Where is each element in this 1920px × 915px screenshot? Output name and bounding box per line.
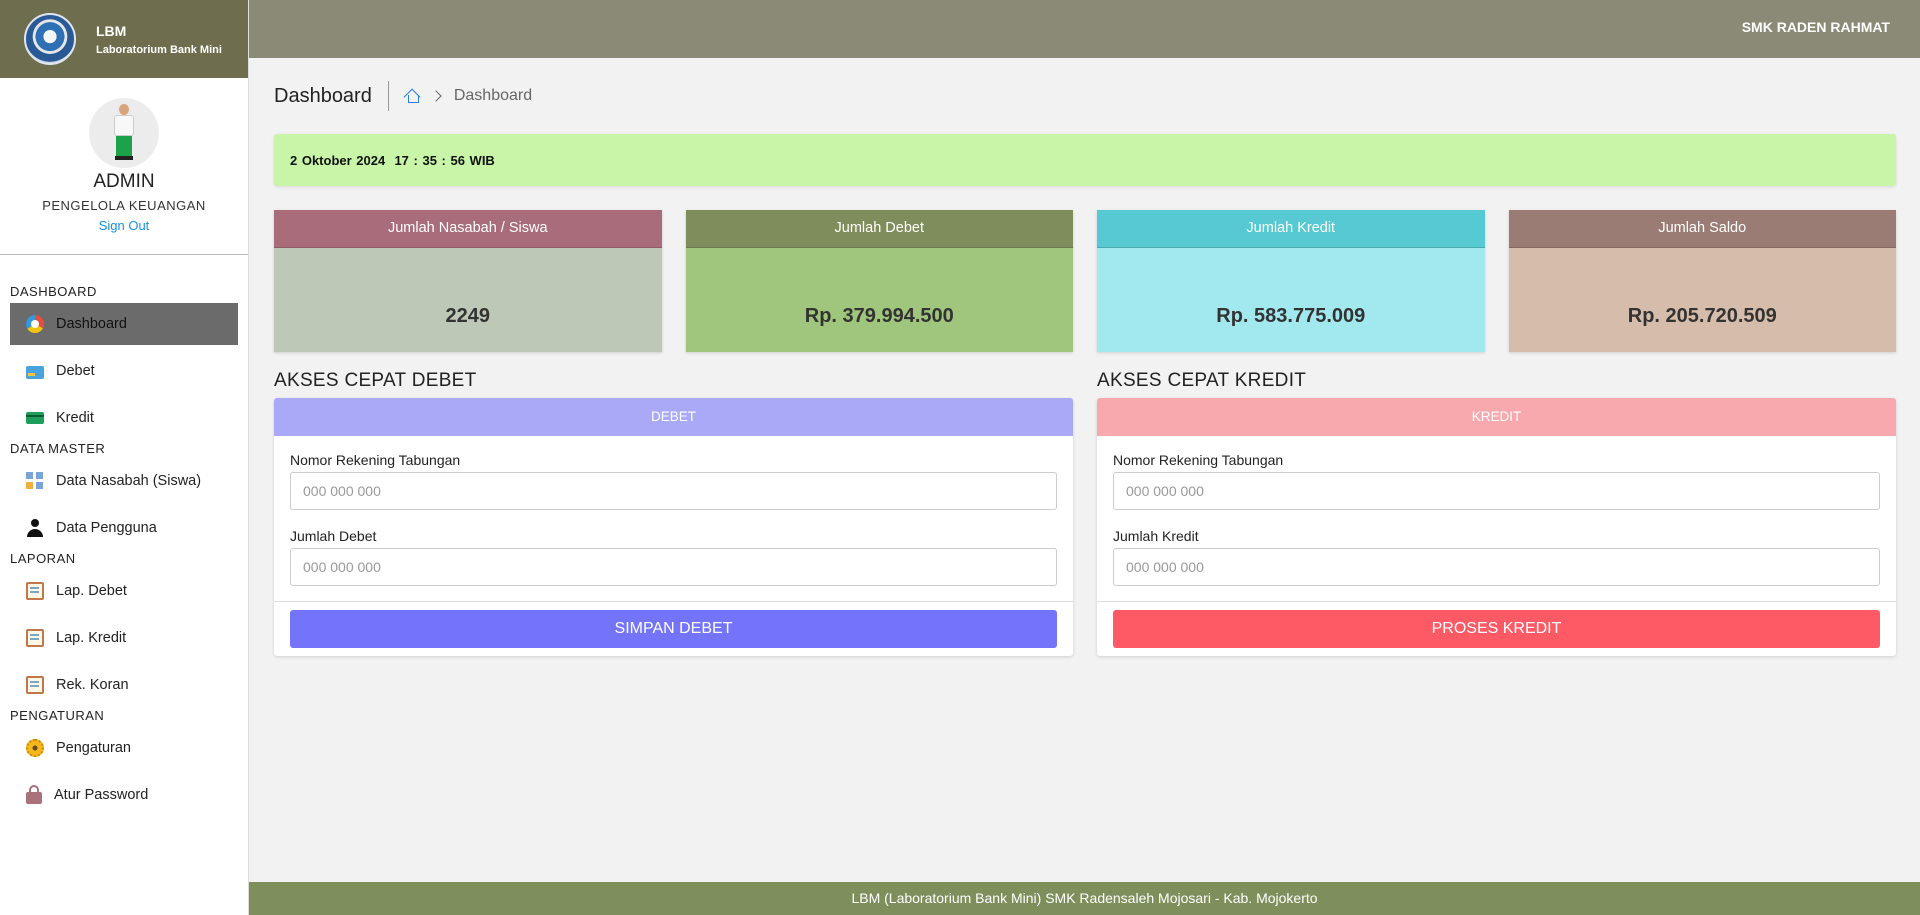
stat-card-saldo: Jumlah Saldo Rp. 205.720.509 bbox=[1508, 210, 1896, 352]
school-logo bbox=[24, 13, 76, 65]
debet-card-header: DEBET bbox=[274, 398, 1073, 436]
sidebar-item-label: Data Nasabah (Siswa) bbox=[56, 473, 202, 489]
nav-section-pengaturan: PENGATURAN bbox=[10, 708, 105, 723]
kredit-section-title: AKSES CEPAT KREDIT bbox=[1097, 370, 1307, 391]
stat-label: Jumlah Kredit bbox=[1097, 210, 1485, 248]
breadcrumb-current: Dashboard bbox=[453, 87, 533, 104]
data-grid-icon bbox=[26, 472, 44, 490]
debet-card-footer: SIMPAN DEBET bbox=[274, 602, 1073, 656]
save-debet-button[interactable]: SIMPAN DEBET bbox=[290, 610, 1057, 648]
field-label: Nomor Rekening Tabungan bbox=[290, 452, 461, 468]
current-time: 17 : 35 : 56 WIB bbox=[394, 152, 495, 168]
page-header: Dashboard Dashboard bbox=[274, 58, 1896, 134]
field-label: Nomor Rekening Tabungan bbox=[1113, 452, 1284, 468]
stat-value: Rp. 583.775.009 bbox=[1097, 248, 1485, 352]
debet-amount-field: Jumlah Debet bbox=[290, 528, 1057, 586]
current-date: 2 Oktober 2024 bbox=[290, 152, 386, 168]
stat-label: Jumlah Debet bbox=[685, 210, 1073, 248]
sidebar-item-label: Dashboard bbox=[56, 316, 127, 332]
sidebar-item-label: Lap. Debet bbox=[56, 583, 127, 599]
brand-title: LBM bbox=[96, 22, 127, 39]
sidebar-item-label: Lap. Kredit bbox=[56, 630, 127, 646]
kredit-card-header: KREDIT bbox=[1097, 398, 1896, 436]
sign-out-link[interactable]: Sign Out bbox=[99, 218, 150, 233]
nav-section-dashboard: DASHBOARD bbox=[10, 284, 97, 299]
debet-card: DEBET Nomor Rekening Tabungan Jumlah Deb… bbox=[274, 398, 1073, 656]
sidebar-item-lap-kredit[interactable]: Lap. Kredit bbox=[10, 617, 238, 659]
lock-icon bbox=[26, 785, 42, 804]
user-profile: ADMIN PENGELOLA KEUANGAN Sign Out bbox=[0, 78, 248, 255]
stat-card-kredit: Jumlah Kredit Rp. 583.775.009 bbox=[1097, 210, 1485, 352]
footer: LBM (Laboratorium Bank Mini) SMK Radensa… bbox=[249, 882, 1920, 915]
report-icon bbox=[26, 676, 44, 694]
sidebar-item-label: Kredit bbox=[56, 410, 94, 426]
sidebar-item-debet[interactable]: Debet bbox=[10, 350, 238, 392]
report-icon bbox=[26, 582, 44, 600]
nav-section-data-master: DATA MASTER bbox=[10, 441, 106, 456]
dashboard-icon bbox=[26, 315, 44, 333]
debet-account-field: Nomor Rekening Tabungan bbox=[290, 452, 1057, 510]
sidebar-item-dashboard[interactable]: Dashboard bbox=[10, 303, 238, 345]
kredit-card-body: Nomor Rekening Tabungan Jumlah Kredit bbox=[1097, 436, 1896, 602]
debet-account-input[interactable] bbox=[290, 472, 1057, 510]
brand: LBM Laboratorium Bank Mini bbox=[0, 0, 248, 78]
kredit-quick-access: AKSES CEPAT KREDIT KREDIT Nomor Rekening… bbox=[1097, 368, 1896, 656]
sidebar-item-data-pengguna[interactable]: Data Pengguna bbox=[10, 507, 238, 549]
stat-value: Rp. 379.994.500 bbox=[685, 248, 1073, 352]
stat-label: Jumlah Nasabah / Siswa bbox=[274, 210, 662, 248]
report-icon bbox=[26, 629, 44, 647]
stat-label: Jumlah Saldo bbox=[1508, 210, 1896, 248]
sidebar-item-atur-password[interactable]: Atur Password bbox=[10, 774, 238, 816]
sidebar-item-data-nasabah[interactable]: Data Nasabah (Siswa) bbox=[10, 460, 238, 502]
sidebar-item-label: Pengaturan bbox=[56, 740, 131, 756]
brand-subtitle: Laboratorium Bank Mini bbox=[96, 43, 222, 56]
topbar: SMK RADEN RAHMAT bbox=[249, 0, 1920, 58]
debet-quick-access: AKSES CEPAT DEBET DEBET Nomor Rekening T… bbox=[274, 368, 1073, 656]
stat-card-debet: Jumlah Debet Rp. 379.994.500 bbox=[685, 210, 1073, 352]
stat-value: 2249 bbox=[274, 248, 662, 352]
card-icon bbox=[26, 412, 44, 424]
nav-section-laporan: LAPORAN bbox=[10, 551, 76, 566]
kredit-account-input[interactable] bbox=[1113, 472, 1880, 510]
gear-icon bbox=[26, 739, 44, 757]
quick-access-forms: AKSES CEPAT DEBET DEBET Nomor Rekening T… bbox=[274, 368, 1896, 656]
sidebar-item-lap-debet[interactable]: Lap. Debet bbox=[10, 570, 238, 612]
datetime-banner: 2 Oktober 2024 17 : 35 : 56 WIB bbox=[274, 134, 1896, 186]
sidebar-item-rek-koran[interactable]: Rek. Koran bbox=[10, 664, 238, 706]
credit-card-icon bbox=[26, 365, 44, 379]
brand-text: LBM Laboratorium Bank Mini bbox=[96, 23, 222, 56]
sidebar-item-label: Rek. Koran bbox=[56, 677, 129, 693]
process-kredit-button[interactable]: PROSES KREDIT bbox=[1113, 610, 1880, 648]
sidebar-item-label: Data Pengguna bbox=[56, 520, 157, 536]
debet-amount-input[interactable] bbox=[290, 548, 1057, 586]
breadcrumb: Dashboard bbox=[405, 87, 532, 105]
page-title: Dashboard bbox=[274, 81, 389, 111]
stat-value: Rp. 205.720.509 bbox=[1508, 248, 1896, 352]
debet-card-body: Nomor Rekening Tabungan Jumlah Debet bbox=[274, 436, 1073, 602]
user-position: PENGELOLA KEUANGAN bbox=[42, 198, 206, 213]
stat-card-nasabah: Jumlah Nasabah / Siswa 2249 bbox=[274, 210, 662, 352]
sidebar-item-label: Atur Password bbox=[54, 787, 149, 803]
stats-row: Jumlah Nasabah / Siswa 2249 Jumlah Debet… bbox=[274, 210, 1896, 352]
kredit-account-field: Nomor Rekening Tabungan bbox=[1113, 452, 1880, 510]
user-icon bbox=[26, 519, 44, 537]
avatar bbox=[89, 98, 159, 168]
kredit-card: KREDIT Nomor Rekening Tabungan Jumlah Kr… bbox=[1097, 398, 1896, 656]
kredit-amount-input[interactable] bbox=[1113, 548, 1880, 586]
field-label: Jumlah Debet bbox=[290, 528, 377, 544]
kredit-amount-field: Jumlah Kredit bbox=[1113, 528, 1880, 586]
sidebar-item-pengaturan[interactable]: Pengaturan bbox=[10, 727, 238, 769]
kredit-card-footer: PROSES KREDIT bbox=[1097, 602, 1896, 656]
user-role: ADMIN bbox=[93, 171, 155, 192]
main-content: Dashboard Dashboard 2 Oktober 2024 17 : … bbox=[274, 58, 1896, 656]
sidebar-nav: DASHBOARD Dashboard Debet Kredit DATA MA… bbox=[0, 282, 248, 816]
sidebar-item-kredit[interactable]: Kredit bbox=[10, 397, 238, 439]
debet-section-title: AKSES CEPAT DEBET bbox=[274, 370, 477, 391]
home-icon[interactable] bbox=[405, 89, 420, 103]
field-label: Jumlah Kredit bbox=[1113, 528, 1199, 544]
sidebar: LBM Laboratorium Bank Mini ADMIN PENGELO… bbox=[0, 0, 249, 915]
school-name: SMK RADEN RAHMAT bbox=[1741, 19, 1890, 35]
sidebar-item-label: Debet bbox=[56, 363, 95, 379]
chevron-right-icon bbox=[430, 90, 442, 102]
